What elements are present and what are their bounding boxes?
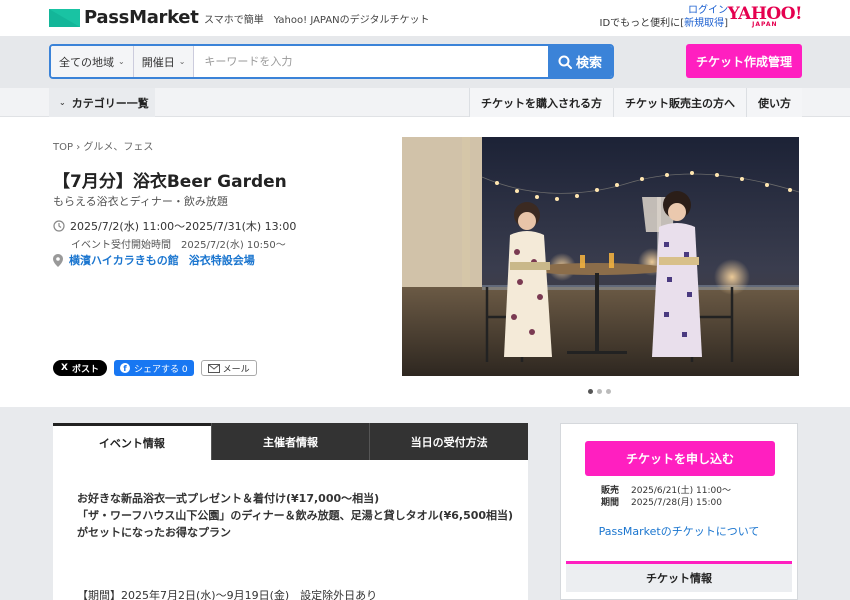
event-period: 【期間】2025年7月2日(水)〜9月19日(金) 設定除外日あり bbox=[77, 589, 378, 600]
logo-text: PassMarket bbox=[84, 7, 199, 28]
x-post-label: ポスト bbox=[71, 364, 99, 375]
event-description: お好きな新品浴衣一式プレゼント＆着付け(¥17,000〜相当) 「ザ・ワーフハウ… bbox=[77, 490, 517, 541]
event-title: 【7月分】浴衣Beer Garden bbox=[53, 172, 287, 192]
x-logo-icon: X bbox=[61, 363, 68, 373]
yahoo-japan-logo[interactable]: YAHOO! JAPAN bbox=[728, 6, 803, 28]
event-datetime: 2025/7/2(水) 11:00〜2025/7/31(木) 13:00 bbox=[53, 218, 296, 234]
facebook-share-label: シェアする 0 bbox=[133, 364, 188, 375]
nav-link-howto[interactable]: 使い方 bbox=[746, 88, 802, 117]
region-select[interactable]: 全ての地域 ⌄ bbox=[51, 46, 134, 77]
description-line: がセットになったお得なプラン bbox=[77, 526, 231, 539]
nav-link-sellers[interactable]: チケット販売主の方へ bbox=[613, 88, 746, 117]
facebook-icon: f bbox=[119, 363, 130, 373]
about-tickets-link[interactable]: PassMarketのチケットについて bbox=[561, 523, 797, 539]
share-buttons: X ポスト f シェアする 0 メール bbox=[53, 360, 257, 376]
logo-mark-icon bbox=[49, 8, 80, 27]
search-icon bbox=[558, 55, 572, 69]
register-link[interactable]: 新規取得 bbox=[684, 18, 724, 29]
x-post-button[interactable]: X ポスト bbox=[53, 360, 107, 376]
search-button[interactable]: 検索 bbox=[548, 46, 612, 77]
search-band: 全ての地域 ⌄ 開催日 ⌄ 検索 チケット作成管理 bbox=[0, 36, 850, 88]
event-photo[interactable] bbox=[402, 137, 799, 376]
venue-link-sub[interactable]: 浴衣特設会場 bbox=[189, 252, 255, 268]
category-list-label: カテゴリー一覧 bbox=[71, 96, 149, 110]
carousel-dot[interactable] bbox=[606, 389, 611, 394]
event-accept-time: イベント受付開始時間 2025/7/2(水) 10:50〜 bbox=[71, 240, 286, 251]
nav-bar: ⌄ カテゴリー一覧 チケットを購入される方 チケット販売主の方へ 使い方 bbox=[0, 88, 850, 117]
ticket-create-manage-button[interactable]: チケット作成管理 bbox=[686, 44, 802, 78]
search-box: 全ての地域 ⌄ 開催日 ⌄ 検索 bbox=[49, 44, 614, 79]
date-select-label: 開催日 bbox=[141, 55, 175, 69]
carousel-dot[interactable] bbox=[588, 389, 593, 394]
mail-icon bbox=[207, 363, 220, 373]
description-line: 「ザ・ワーフハウス山下公園」のディナー＆飲み放題、足湯と貸しタオル(¥6,500… bbox=[77, 509, 514, 522]
breadcrumb[interactable]: TOP › グルメ、フェス bbox=[53, 138, 153, 153]
tab-reception-method[interactable]: 当日の受付方法 bbox=[369, 423, 529, 460]
top-header: PassMarket スマホで簡単 Yahoo! JAPANのデジタルチケット … bbox=[0, 0, 850, 36]
login-link[interactable]: ログイン bbox=[688, 5, 728, 16]
date-select[interactable]: 開催日 ⌄ bbox=[133, 46, 195, 77]
search-button-label: 検索 bbox=[575, 56, 602, 71]
carousel-dot[interactable] bbox=[597, 389, 602, 394]
event-datetime-text: 2025/7/2(水) 11:00〜2025/7/31(木) 13:00 bbox=[70, 220, 297, 233]
carousel-dots bbox=[588, 389, 611, 394]
event-venue: 横濱ハイカラきもの館 浴衣特設会場 bbox=[53, 252, 255, 268]
facebook-share-button[interactable]: f シェアする 0 bbox=[113, 360, 194, 376]
chevron-down-icon: ⌄ bbox=[178, 57, 186, 66]
sale-period-to: 2025/7/28(月) 15:00 bbox=[631, 498, 722, 508]
apply-ticket-button[interactable]: チケットを申し込む bbox=[585, 441, 775, 476]
keyword-input[interactable] bbox=[194, 46, 548, 77]
sale-period-label: 販売 bbox=[601, 486, 620, 496]
login-area: ログイン IDでもっと便利に[新規取得] bbox=[600, 4, 728, 30]
clock-icon bbox=[53, 220, 65, 232]
tagline: スマホで簡単 Yahoo! JAPANのデジタルチケット bbox=[204, 15, 430, 26]
sale-period: 販売 2025/6/21(土) 11:00〜 期間 2025/7/28(月) 1… bbox=[601, 485, 731, 509]
chevron-down-icon: ⌄ bbox=[59, 98, 66, 107]
tab-event-info[interactable]: イベント情報 bbox=[53, 423, 211, 460]
ticket-sidebar: チケットを申し込む 販売 2025/6/21(土) 11:00〜 期間 2025… bbox=[560, 423, 798, 600]
mail-share-button[interactable]: メール bbox=[200, 360, 257, 376]
chevron-down-icon: ⌄ bbox=[118, 57, 125, 66]
description-line: お好きな新品浴衣一式プレゼント＆着付け(¥17,000〜相当) bbox=[77, 492, 380, 505]
region-select-label: 全ての地域 bbox=[59, 55, 114, 69]
venue-link-main[interactable]: 横濱ハイカラきもの館 bbox=[69, 252, 179, 268]
nav-links: チケットを購入される方 チケット販売主の方へ 使い方 bbox=[469, 88, 802, 117]
event-info-card: イベント情報 主催者情報 当日の受付方法 お好きな新品浴衣一式プレゼント＆着付け… bbox=[53, 423, 529, 600]
event-photo-illustration bbox=[402, 137, 799, 376]
event-subtitle: もらえる浴衣とディナー・飲み放題 bbox=[53, 195, 228, 208]
mail-share-label: メール bbox=[222, 364, 250, 375]
sale-period-from: 2025/6/21(土) 11:00〜 bbox=[631, 486, 731, 496]
sale-period-label: 期間 bbox=[601, 498, 620, 508]
event-tabs: イベント情報 主催者情報 当日の受付方法 bbox=[53, 423, 529, 460]
ticket-info-heading: チケット情報 bbox=[566, 564, 792, 592]
category-list-toggle[interactable]: ⌄ カテゴリー一覧 bbox=[49, 88, 155, 117]
tab-organizer-info[interactable]: 主催者情報 bbox=[210, 423, 370, 460]
passmarket-logo[interactable]: PassMarket bbox=[49, 7, 199, 28]
id-note: IDでもっと便利に bbox=[599, 18, 681, 29]
map-pin-icon bbox=[53, 253, 63, 267]
nav-link-buyers[interactable]: チケットを購入される方 bbox=[469, 88, 613, 117]
